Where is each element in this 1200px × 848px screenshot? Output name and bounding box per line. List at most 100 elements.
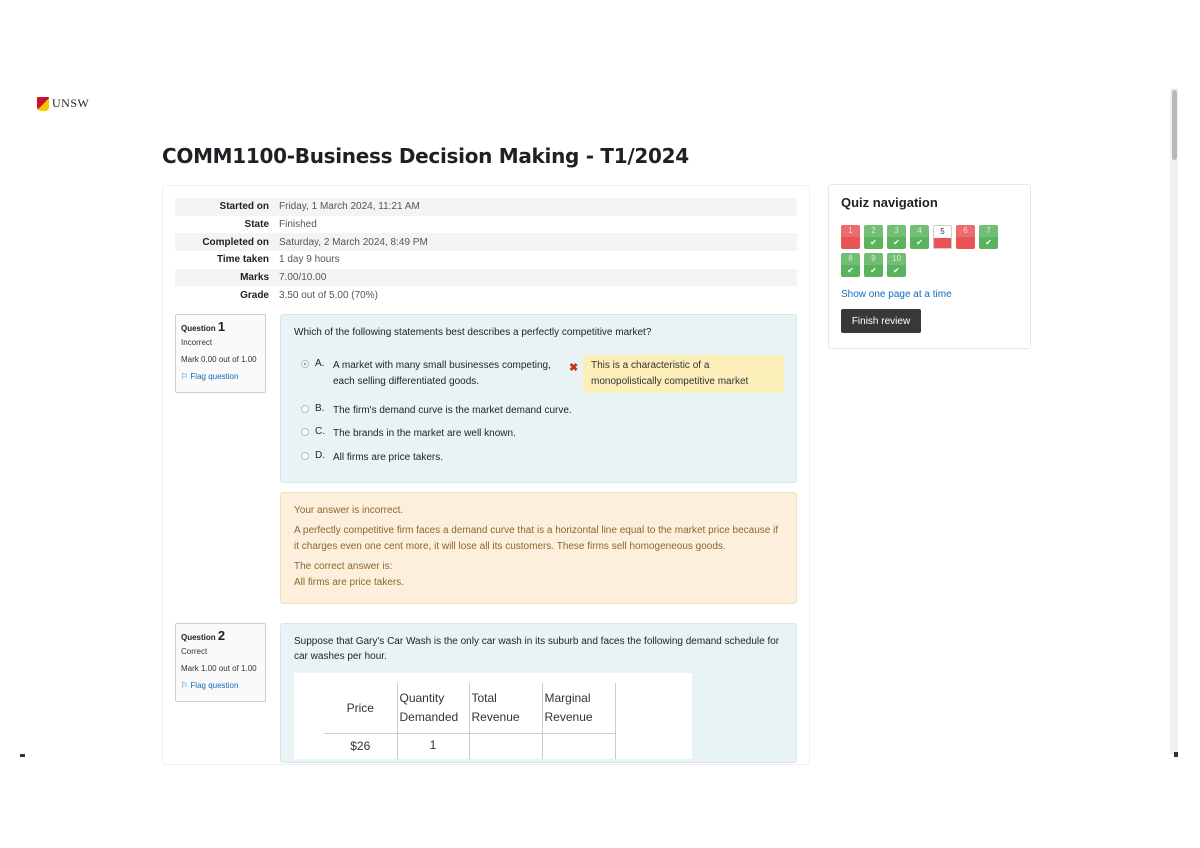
- quiz-navigation-title: Quiz navigation: [841, 195, 938, 210]
- summary-value: 1 day 9 hours: [279, 254, 340, 266]
- table-cell: [541, 732, 616, 759]
- summary-value: Friday, 1 March 2024, 11:21 AM: [279, 201, 420, 213]
- quiz-nav-number: 5: [934, 226, 951, 238]
- check-icon: ✔: [870, 238, 877, 247]
- flag-icon: ⚐: [181, 681, 189, 690]
- quiz-nav-number: 9: [864, 253, 883, 265]
- question-status: Incorrect: [181, 338, 213, 347]
- summary-label: State: [244, 219, 269, 231]
- question-mark: Mark 1.00 out of 1.00: [181, 664, 257, 673]
- summary-row: Completed on Saturday, 2 March 2024, 8:49…: [175, 233, 797, 252]
- question-label: Question: [181, 324, 216, 333]
- option-text: The brands in the market are well known.: [333, 428, 516, 439]
- correct-answer: All firms are price takers.: [294, 577, 405, 588]
- summary-value: 7.00/10.00: [279, 272, 327, 284]
- flag-question-link[interactable]: ⚐ Flag question: [181, 682, 260, 690]
- status-bar: [934, 238, 951, 248]
- question-1-feedback: Your answer is incorrect. A perfectly co…: [280, 492, 797, 604]
- table-row: $26 1: [324, 732, 616, 759]
- option-text: All firms are price takers.: [333, 452, 444, 463]
- quiz-nav-number: 6: [956, 225, 975, 237]
- unsw-logo[interactable]: UNSW: [37, 96, 89, 111]
- table-cell: $26: [324, 732, 398, 759]
- option-text: The firm's demand curve is the market de…: [333, 405, 572, 416]
- unsw-crest-icon: [37, 96, 49, 111]
- general-feedback: A perfectly competitive firm faces a dem…: [294, 524, 779, 553]
- question-number: Question 2: [181, 629, 260, 642]
- summary-row: State Finished: [175, 216, 797, 234]
- show-one-page-link[interactable]: Show one page at a time: [841, 289, 952, 300]
- scrollbar-thumb[interactable]: [1172, 90, 1177, 160]
- quiz-nav-number: 4: [910, 225, 929, 237]
- quiz-nav-button-7[interactable]: 7 ✔: [979, 225, 998, 249]
- answer-option-c[interactable]: C. The brands in the market are well kno…: [301, 426, 516, 442]
- quiz-nav-button-4[interactable]: 4 ✔: [910, 225, 929, 249]
- check-icon: ✔: [893, 238, 900, 247]
- flag-question-link[interactable]: ⚐ Flag question: [181, 373, 260, 381]
- summary-label: Completed on: [202, 236, 269, 248]
- column-header: Total Revenue: [468, 683, 543, 734]
- quiz-nav-button-2[interactable]: 2 ✔: [864, 225, 883, 249]
- check-icon: ✔: [847, 266, 854, 275]
- option-letter: B.: [315, 403, 325, 414]
- finish-review-button[interactable]: Finish review: [841, 309, 921, 333]
- check-icon: ✔: [870, 266, 877, 275]
- incorrect-icon: ✖: [569, 362, 579, 374]
- page-scrollbar[interactable]: [1170, 88, 1178, 754]
- status-bar: [841, 237, 860, 249]
- status-bar: [956, 237, 975, 249]
- answer-option-d[interactable]: D. All firms are price takers.: [301, 450, 443, 466]
- check-icon: ✔: [916, 238, 923, 247]
- option-letter: A.: [315, 358, 325, 369]
- specific-feedback: This is a characteristic of a monopolist…: [583, 355, 784, 393]
- summary-row: Grade 3.50 out of 5.00 (70%): [175, 286, 797, 304]
- question-number: Question 1: [181, 320, 260, 333]
- correct-answer-label: The correct answer is:: [294, 560, 393, 572]
- quiz-navigation-block: Quiz navigation 1 2 ✔ 3 ✔ 4 ✔ 5 6 7 ✔ 8 ✔ 9 ✔ 10 ✔ Show …: [828, 184, 1031, 349]
- quiz-nav-number: 8: [841, 253, 860, 265]
- question-label: Question: [181, 633, 216, 642]
- quiz-nav-button-6[interactable]: 6: [956, 225, 975, 249]
- quiz-nav-button-8[interactable]: 8 ✔: [841, 253, 860, 277]
- table-cell: 1: [396, 732, 470, 759]
- summary-label: Time taken: [216, 254, 269, 266]
- demand-schedule-table: Price Quantity Demanded Total Revenue Ma…: [294, 673, 692, 759]
- question-status: Correct: [181, 647, 208, 656]
- question-number-value: 2: [217, 628, 226, 643]
- radio-icon[interactable]: [301, 360, 309, 368]
- check-icon: ✔: [985, 238, 992, 247]
- page-title: COMM1100-Business Decision Making - T1/2…: [162, 144, 689, 168]
- radio-icon[interactable]: [301, 428, 309, 436]
- option-letter: D.: [315, 450, 325, 461]
- summary-value: Saturday, 2 March 2024, 8:49 PM: [279, 236, 428, 248]
- summary-value: 3.50 out of 5.00 (70%): [279, 289, 378, 301]
- table-header-row: Price Quantity Demanded Total Revenue Ma…: [324, 683, 616, 734]
- attempt-summary: Started on Friday, 1 March 2024, 11:21 AM…: [175, 198, 797, 304]
- quiz-nav-button-1[interactable]: 1: [841, 225, 860, 249]
- quiz-nav-number: 2: [864, 225, 883, 237]
- question-2-content: Suppose that Gary's Car Wash is the only…: [280, 623, 797, 763]
- quiz-nav-button-9[interactable]: 9 ✔: [864, 253, 883, 277]
- radio-icon[interactable]: [301, 405, 309, 413]
- quiz-nav-number: 7: [979, 225, 998, 237]
- table-cell: [468, 732, 543, 759]
- column-header: Marginal Revenue: [541, 683, 616, 734]
- summary-row: Time taken 1 day 9 hours: [175, 251, 797, 269]
- crop-mark: [20, 754, 25, 757]
- answer-option-b[interactable]: B. The firm's demand curve is the market…: [301, 403, 572, 419]
- quiz-nav-button-5[interactable]: 5: [933, 225, 952, 249]
- question-2-info: Question 2 Correct Mark 1.00 out of 1.00…: [175, 623, 266, 702]
- question-text: Which of the following statements best d…: [294, 327, 652, 338]
- question-1-info: Question 1 Incorrect Mark 0.00 out of 1.…: [175, 314, 266, 393]
- answer-option-a[interactable]: A. A market with many small businesses c…: [301, 358, 551, 389]
- question-mark: Mark 0.00 out of 1.00: [181, 355, 257, 364]
- column-header: Price: [324, 683, 398, 734]
- column-header: Quantity Demanded: [396, 683, 470, 734]
- summary-row: Started on Friday, 1 March 2024, 11:21 AM: [175, 198, 797, 216]
- radio-icon[interactable]: [301, 452, 309, 460]
- quiz-nav-number: 3: [887, 225, 906, 237]
- flag-label: Flag question: [190, 372, 239, 381]
- quiz-nav-button-10[interactable]: 10 ✔: [887, 253, 906, 277]
- question-1-content: Which of the following statements best d…: [280, 314, 797, 483]
- quiz-nav-button-3[interactable]: 3 ✔: [887, 225, 906, 249]
